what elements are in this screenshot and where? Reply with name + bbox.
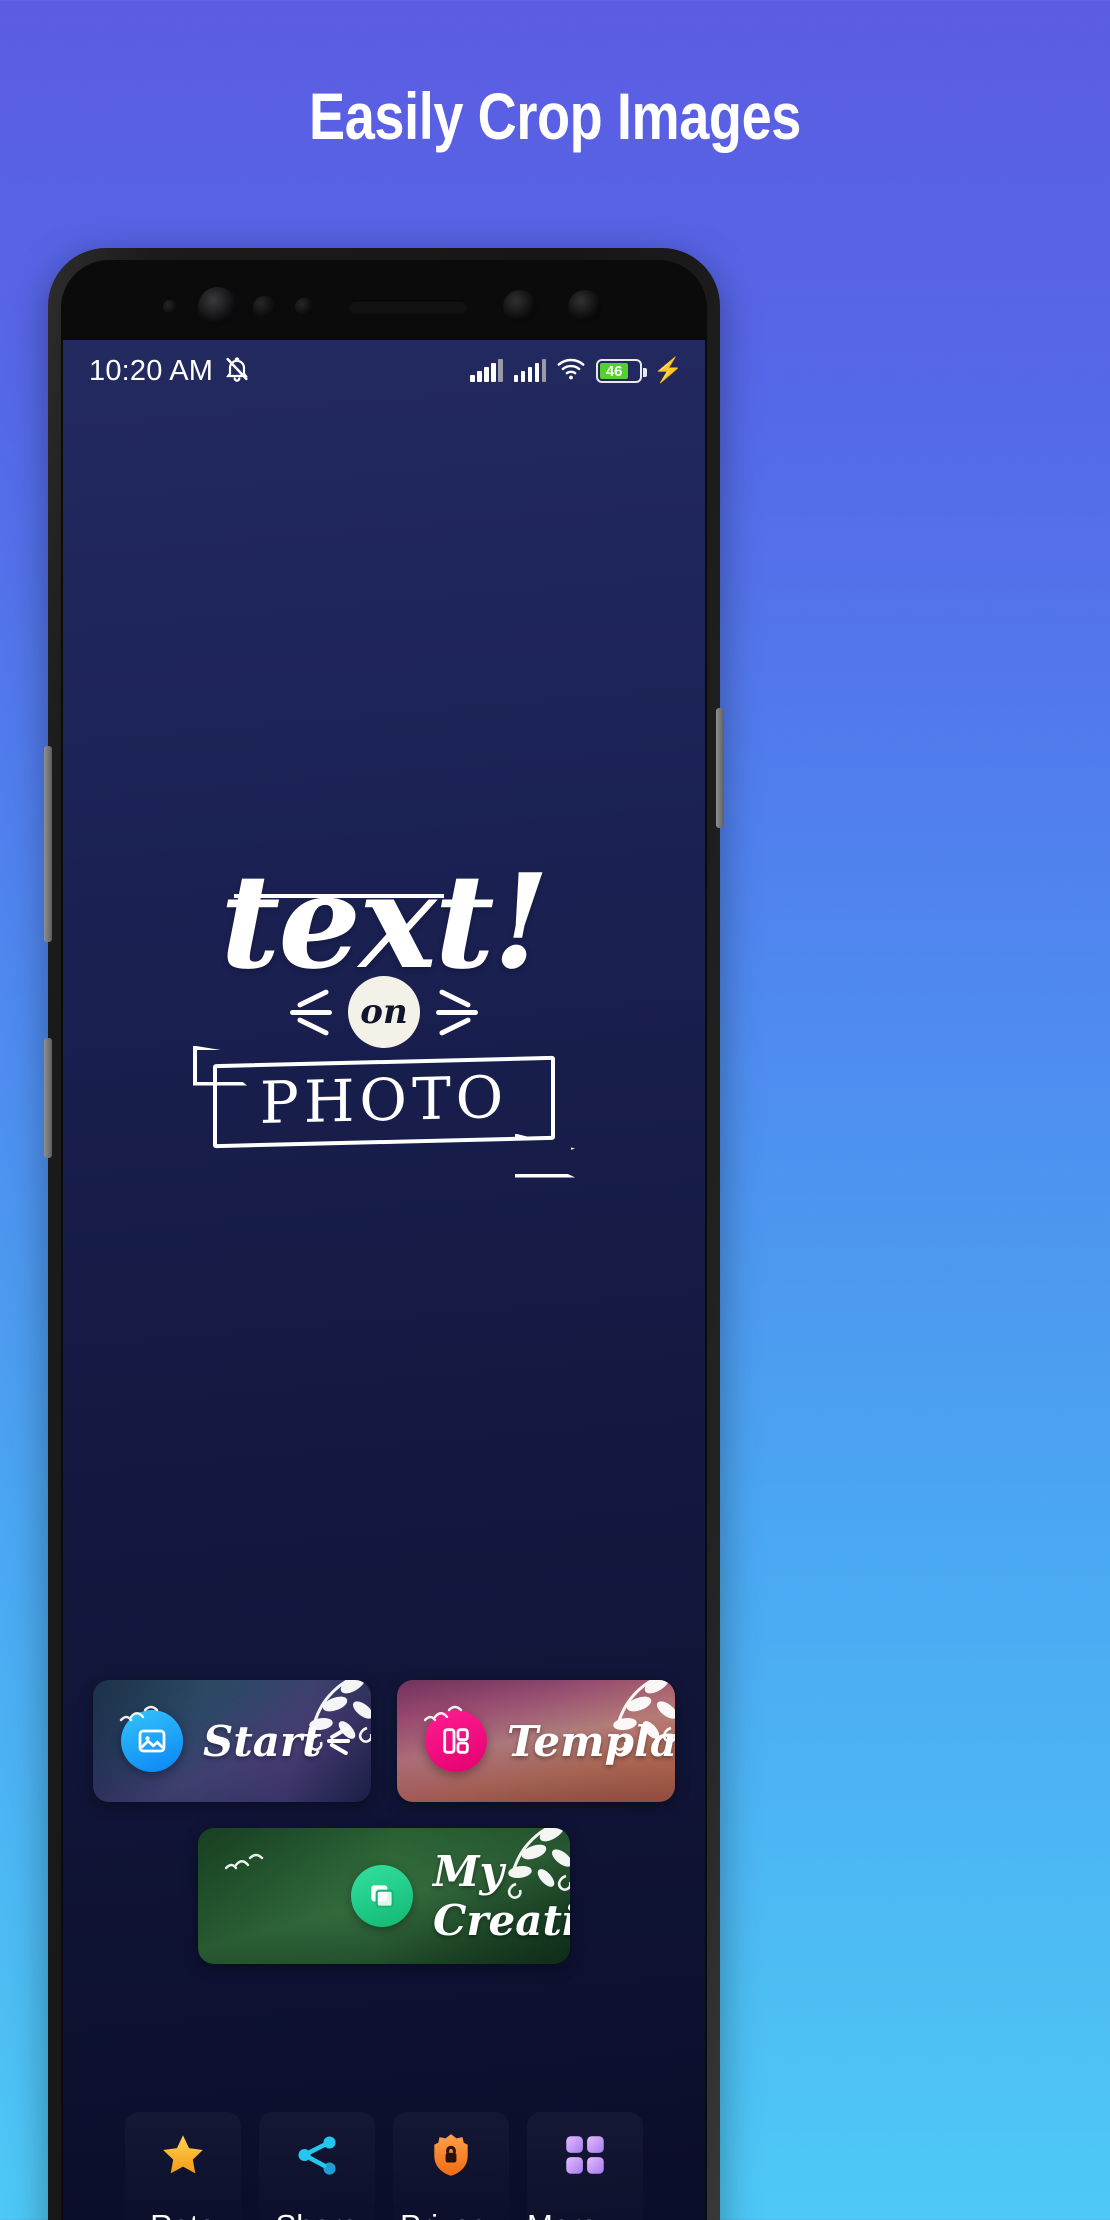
volume-down-button[interactable] bbox=[44, 1038, 52, 1158]
earpiece-speaker-icon bbox=[348, 300, 468, 314]
page-title: Easily Crop Images bbox=[309, 79, 801, 153]
battery-level: 46 bbox=[600, 363, 629, 380]
nav-label-share: Share bbox=[276, 2208, 359, 2220]
logo-crossbar bbox=[234, 894, 445, 898]
share-nodes-icon bbox=[290, 2128, 344, 2182]
lightning-bolt-icon: ⚡ bbox=[653, 357, 683, 384]
power-button[interactable] bbox=[716, 708, 724, 828]
status-bar-right: 46 ⚡ bbox=[470, 357, 683, 386]
logo-script-word: text! bbox=[220, 845, 549, 998]
logo-ribbon-banner: PHOTO bbox=[193, 1045, 575, 1178]
phone-screen-housing: 10:20 AM 46 ⚡ text! on PHOTO Start Templ… bbox=[61, 260, 707, 2220]
bell-muted-icon bbox=[223, 355, 251, 388]
proximity-sensor-icon bbox=[163, 300, 177, 314]
start-button[interactable]: Start bbox=[93, 1680, 371, 1802]
my-creation-button[interactable]: My Creation bbox=[198, 1828, 570, 1964]
templates-button[interactable]: Templates bbox=[397, 1680, 675, 1802]
flourish-icon bbox=[325, 1726, 351, 1756]
iris-scanner-icon bbox=[503, 290, 537, 324]
action-row-primary: Start Templa bbox=[93, 1680, 675, 1802]
birds-icon bbox=[220, 1844, 290, 1884]
action-row-secondary: My Creation bbox=[93, 1828, 675, 1964]
volume-up-button[interactable] bbox=[44, 746, 52, 942]
shield-lock-icon bbox=[424, 2128, 478, 2182]
action-buttons-area: Start Templa My Creat bbox=[63, 1680, 705, 1964]
nav-item-rate[interactable]: Rate bbox=[125, 2112, 241, 2220]
floral-ornament-icon bbox=[551, 1680, 675, 1782]
birds-icon bbox=[419, 1696, 489, 1736]
bottom-navigation: Rate Share bbox=[63, 2088, 705, 2220]
star-icon bbox=[156, 2128, 210, 2182]
logo-photo-word: PHOTO bbox=[259, 1062, 509, 1137]
layers-copy-icon bbox=[351, 1865, 413, 1927]
front-camera-icon bbox=[198, 287, 238, 327]
status-time: 10:20 AM bbox=[89, 354, 214, 387]
wifi-icon bbox=[557, 357, 585, 386]
light-sensor-icon bbox=[253, 296, 275, 318]
secondary-camera-icon bbox=[568, 290, 602, 324]
app-screen: 10:20 AM 46 ⚡ text! on PHOTO Start Templ… bbox=[63, 340, 705, 2220]
phone-top-bezel bbox=[63, 260, 705, 340]
nav-item-more-app[interactable]: More App bbox=[527, 2112, 643, 2220]
status-bar: 10:20 AM 46 ⚡ bbox=[63, 340, 705, 402]
battery-icon: 46 bbox=[596, 359, 648, 383]
logo-rays-left-icon bbox=[280, 988, 336, 1036]
nav-label-privacy: Privacy bbox=[400, 2208, 502, 2220]
grid-squares-icon bbox=[558, 2128, 612, 2182]
infrared-sensor-icon bbox=[295, 298, 313, 316]
birds-icon bbox=[115, 1696, 185, 1736]
app-logo: text! on PHOTO bbox=[63, 845, 705, 1178]
signal-bars-icon bbox=[513, 359, 547, 382]
nav-item-share[interactable]: Share bbox=[259, 2112, 375, 2220]
nav-label-more-app: More App bbox=[527, 2208, 643, 2220]
logo-exclamation: ! bbox=[492, 845, 550, 998]
floral-ornament-icon bbox=[446, 1828, 570, 1930]
signal-bars-icon bbox=[470, 359, 503, 382]
nav-item-privacy[interactable]: Privacy bbox=[393, 2112, 509, 2220]
ribbon-tail-right bbox=[515, 1133, 575, 1178]
floral-ornament-icon bbox=[247, 1680, 371, 1782]
status-bar-left: 10:20 AM bbox=[89, 355, 251, 388]
phone-device-frame: 10:20 AM 46 ⚡ text! on PHOTO Start Templ… bbox=[44, 248, 724, 2220]
nav-label-rate: Rate bbox=[150, 2208, 215, 2220]
logo-rays-right-icon bbox=[432, 988, 488, 1036]
